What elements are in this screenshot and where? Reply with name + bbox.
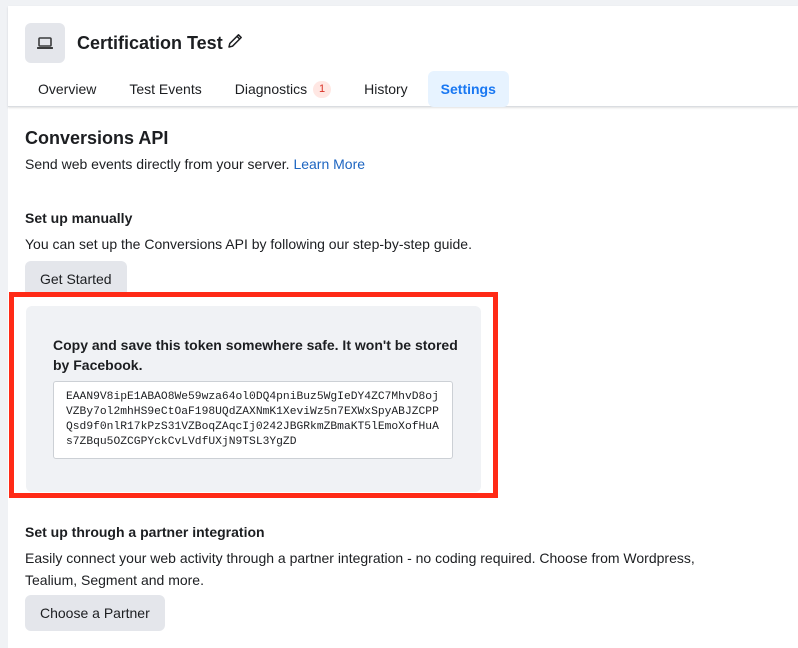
settings-content: Conversions API Send web events directly… xyxy=(25,127,785,631)
learn-more-link[interactable]: Learn More xyxy=(293,156,365,172)
annotation-highlight-box xyxy=(9,292,498,498)
tab-settings[interactable]: Settings xyxy=(427,71,509,107)
page-title: Certification Test xyxy=(77,33,223,53)
conversions-api-title: Conversions API xyxy=(25,128,169,148)
tab-test-events[interactable]: Test Events xyxy=(116,71,214,107)
page-header: Certification Test Overview Test Events … xyxy=(8,6,798,107)
diagnostics-count-badge: 1 xyxy=(313,80,332,98)
pencil-icon[interactable] xyxy=(226,32,244,50)
tab-history[interactable]: History xyxy=(351,71,421,107)
tab-diagnostics[interactable]: Diagnostics 1 xyxy=(222,71,344,107)
choose-partner-button[interactable]: Choose a Partner xyxy=(25,595,165,631)
manual-setup-text: You can set up the Conversions API by fo… xyxy=(25,236,472,252)
laptop-icon xyxy=(25,23,65,63)
manual-setup-title: Set up manually xyxy=(25,210,133,226)
tab-overview[interactable]: Overview xyxy=(25,71,109,107)
partner-setup-text: Easily connect your web activity through… xyxy=(25,550,695,588)
tab-bar: Overview Test Events Diagnostics 1 Histor… xyxy=(25,71,516,107)
conversions-api-description: Send web events directly from your serve… xyxy=(25,156,366,172)
partner-setup-title: Set up through a partner integration xyxy=(25,524,265,540)
